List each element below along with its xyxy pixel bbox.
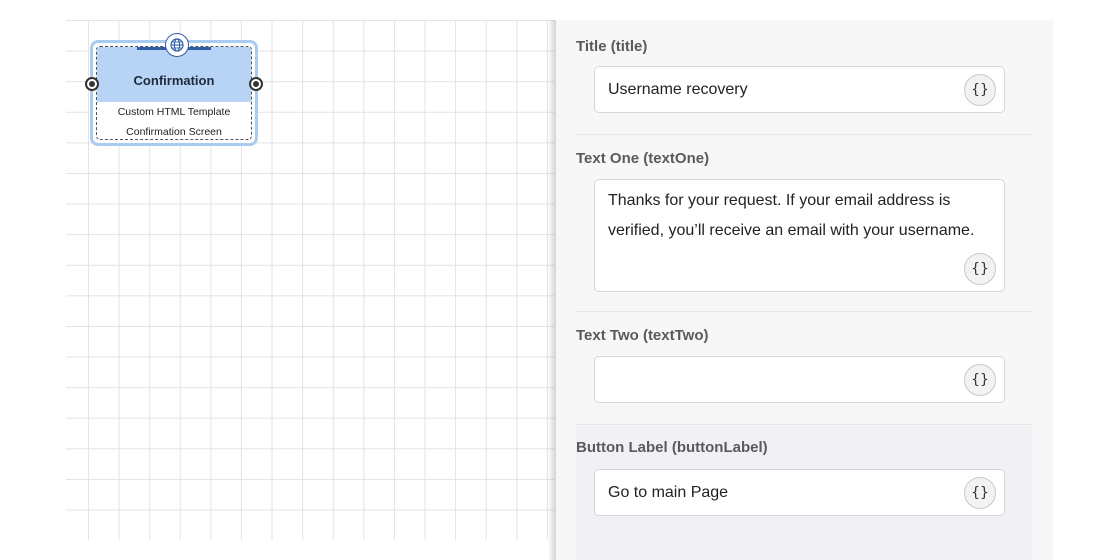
properties-panel: Title (title) Username recovery {} Text … xyxy=(555,20,1053,560)
globe-icon xyxy=(165,33,189,57)
node-title: Confirmation xyxy=(133,73,215,88)
title-variable-button[interactable]: {} xyxy=(964,74,996,106)
text-two-label: Text Two (textTwo) xyxy=(576,327,709,344)
text-two-input[interactable]: {} xyxy=(594,356,1005,403)
button-label-label: Button Label (buttonLabel) xyxy=(576,439,768,456)
text-one-input[interactable]: Thanks for your request. If your email a… xyxy=(594,179,1005,292)
node-template-type: Custom HTML Template xyxy=(117,106,231,118)
input-port[interactable] xyxy=(85,77,99,91)
title-label: Title (title) xyxy=(576,38,648,55)
title-input[interactable]: Username recovery {} xyxy=(594,66,1005,113)
button-label-input[interactable]: Go to main Page {} xyxy=(594,469,1005,516)
text-one-label: Text One (textOne) xyxy=(576,150,710,167)
output-port[interactable] xyxy=(249,77,263,91)
text-two-variable-button[interactable]: {} xyxy=(964,364,996,396)
flow-canvas[interactable]: Confirmation Custom HTML Template Confir… xyxy=(66,20,554,540)
node-screen-name: Confirmation Screen xyxy=(126,126,222,138)
confirmation-node[interactable]: Confirmation Custom HTML Template Confir… xyxy=(85,33,263,146)
button-label-variable-button[interactable]: {} xyxy=(964,477,996,509)
text-one-variable-button[interactable]: {} xyxy=(964,253,996,285)
